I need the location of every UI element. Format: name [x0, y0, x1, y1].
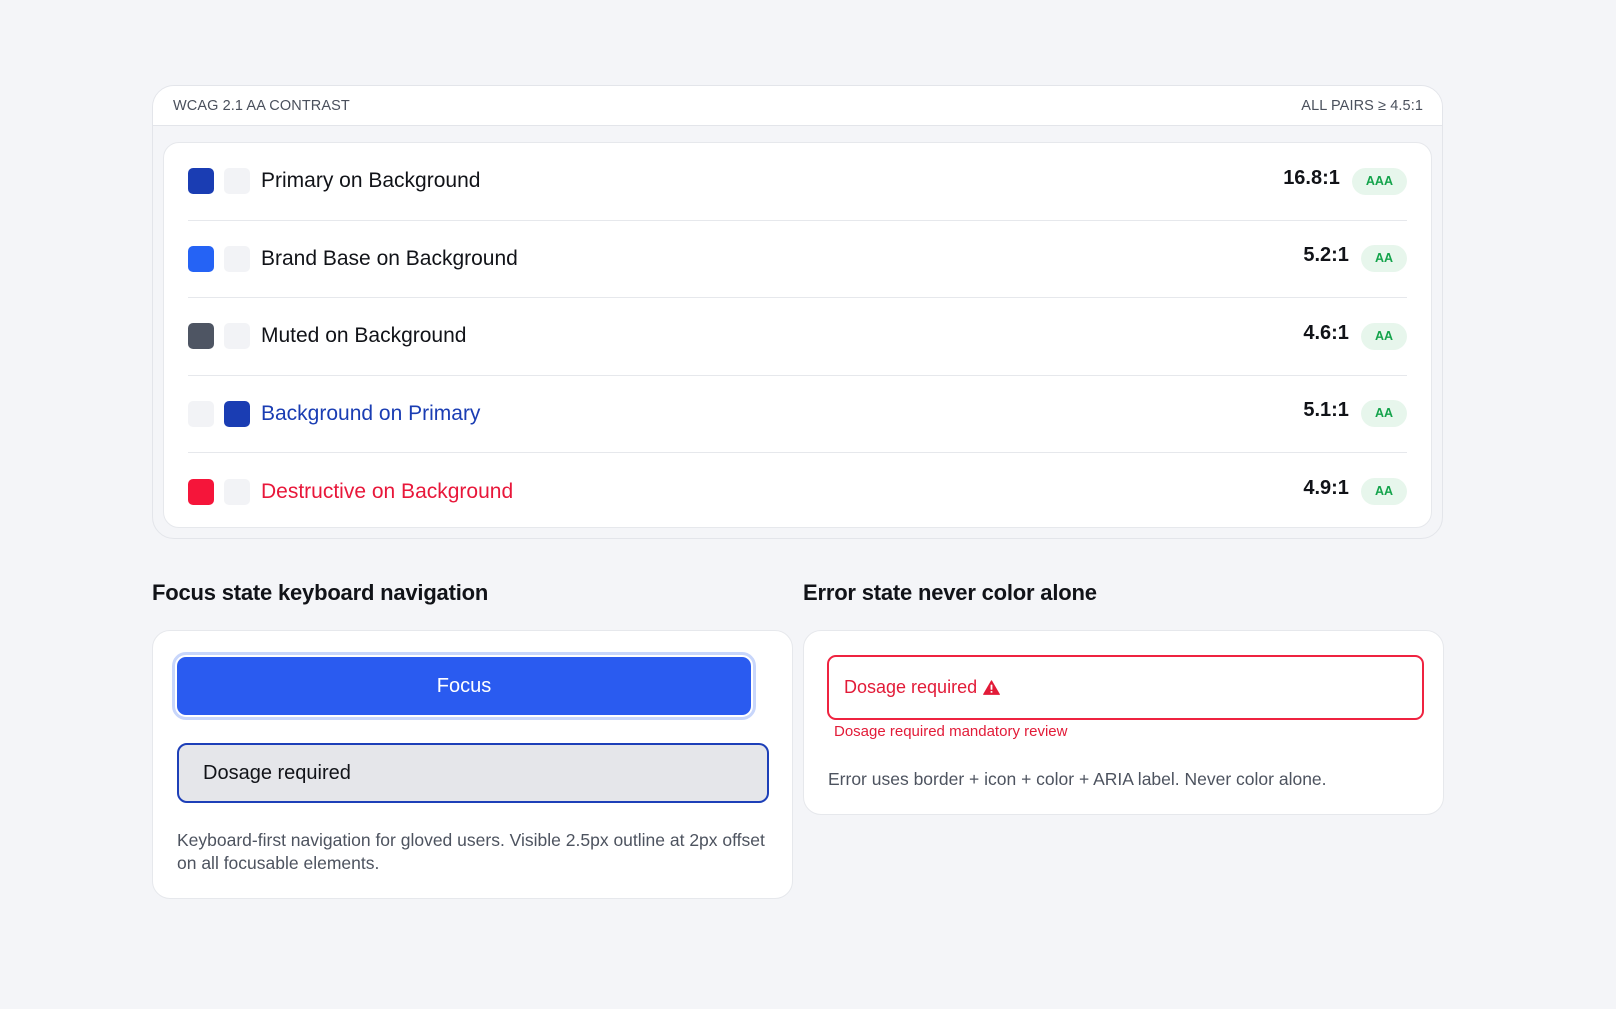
dosage-input-focused[interactable]: Dosage required [177, 743, 769, 803]
compliance-badge: AAA [1351, 167, 1407, 195]
warning-triangle-icon [983, 680, 1000, 695]
focus-button[interactable]: Focus [172, 652, 756, 720]
background-swatch [224, 323, 250, 350]
pair-label: Muted on Background [261, 324, 467, 348]
contrast-row: Primary on Background 16.8:1 AAA [188, 143, 1407, 221]
dosage-input-error[interactable]: Dosage required [827, 655, 1424, 720]
dosage-input-value: Dosage required [203, 761, 351, 784]
contrast-ratio: 4.6:1 [1303, 321, 1349, 344]
contrast-row: Destructive on Background 4.9:1 AA [188, 453, 1407, 531]
pair-label: Destructive on Background [261, 479, 514, 503]
contrast-row: Background on Primary 5.1:1 AA [188, 376, 1407, 453]
contrast-card: WCAG 2.1 AA CONTRAST ALL PAIRS ≥ 4.5:1 P… [152, 85, 1443, 539]
focus-note: Keyboard-first navigation for gloved use… [177, 830, 765, 873]
contrast-pair-list: Primary on Background 16.8:1 AAA Brand B… [163, 142, 1432, 528]
pair-label: Brand Base on Background [261, 246, 518, 270]
error-panel: Dosage required Dosage required mandator… [803, 630, 1444, 815]
error-message: Dosage required mandatory review [834, 723, 1068, 740]
error-note: Error uses border + icon + color + ARIA … [828, 769, 1327, 789]
foreground-swatch [188, 245, 214, 272]
contrast-ratio: 4.9:1 [1303, 477, 1349, 500]
contrast-ratio: 5.2:1 [1303, 244, 1349, 267]
error-input-value: Dosage required [844, 677, 978, 697]
foreground-swatch [188, 168, 214, 195]
compliance-badge: AA [1360, 400, 1407, 428]
pair-label: Background on Primary [261, 401, 481, 425]
error-section-title: Error state never color alone [803, 580, 1097, 605]
pair-label: Primary on Background [261, 169, 481, 193]
background-swatch [224, 245, 250, 272]
contrast-header: WCAG 2.1 AA CONTRAST ALL PAIRS ≥ 4.5:1 [153, 86, 1442, 126]
contrast-header-summary: ALL PAIRS ≥ 4.5:1 [1301, 97, 1423, 114]
contrast-ratio: 5.1:1 [1303, 399, 1349, 422]
compliance-badge: AA [1360, 478, 1407, 506]
background-swatch [224, 400, 250, 427]
foreground-swatch [188, 478, 214, 505]
focus-section-title: Focus state keyboard navigation [152, 580, 489, 605]
contrast-ratio: 16.8:1 [1283, 166, 1340, 189]
contrast-row: Muted on Background 4.6:1 AA [188, 298, 1407, 376]
contrast-header-title: WCAG 2.1 AA CONTRAST [173, 97, 350, 114]
focus-panel: Focus Dosage required Keyboard-first nav… [152, 630, 793, 899]
compliance-badge: AA [1360, 245, 1407, 273]
foreground-swatch [188, 400, 214, 427]
background-swatch [224, 168, 250, 195]
compliance-badge: AA [1360, 322, 1407, 350]
foreground-swatch [188, 323, 214, 350]
background-swatch [224, 478, 250, 505]
contrast-row: Brand Base on Background 5.2:1 AA [188, 221, 1407, 298]
